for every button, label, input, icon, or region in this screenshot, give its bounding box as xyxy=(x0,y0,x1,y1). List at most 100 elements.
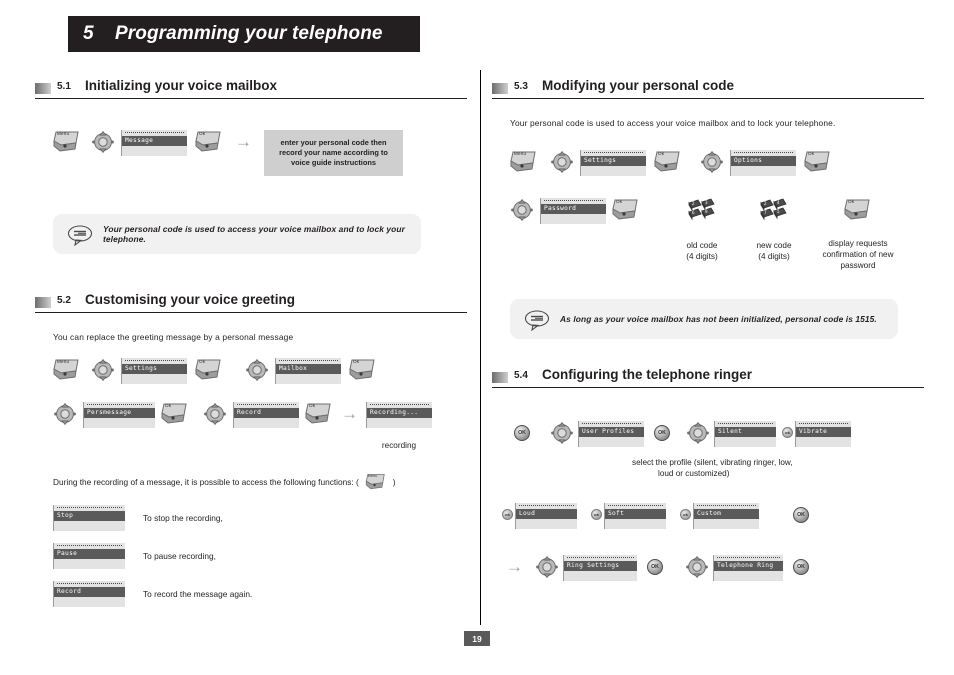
instruction-box: enter your personal code then record you… xyxy=(264,130,403,176)
section-number: 5.1 xyxy=(57,81,71,92)
section-rule xyxy=(492,387,924,388)
display-dotted-line xyxy=(57,545,122,548)
keypad-old-code-icon[interactable]: 23 69 xyxy=(687,198,717,224)
ok-round-button[interactable]: OK xyxy=(793,559,809,575)
ok-key-label: Ok xyxy=(309,403,316,408)
display-settings: Settings xyxy=(121,358,187,384)
navigator-key-icon[interactable] xyxy=(686,421,710,445)
profile-caption-line1: select the profile (silent, vibrating ri… xyxy=(632,458,793,467)
ok-key-label: Ok xyxy=(616,199,623,204)
display-ring-settings: Ring Settings xyxy=(563,555,637,581)
old-code-caption-line2: (4 digits) xyxy=(686,252,718,261)
profile-caption-line2: loud or customized) xyxy=(658,469,730,478)
confirm-caption-line3: password xyxy=(840,261,876,270)
display-dotted-line xyxy=(87,404,152,407)
ok-round-button-small[interactable]: ok xyxy=(502,509,513,520)
old-code-caption: old code (4 digits) xyxy=(686,240,717,262)
ok-round-button-small[interactable]: ok xyxy=(680,509,691,520)
display-dotted-line xyxy=(717,557,780,560)
profile-caption: select the profile (silent, vibrating ri… xyxy=(632,457,924,479)
function-row-record: Record To record the message again. xyxy=(53,581,467,607)
chapter-header: 5 Programming your telephone xyxy=(68,16,420,52)
ok-key-label: Ok xyxy=(658,151,665,156)
menu-key-icon[interactable]: Menu xyxy=(510,150,538,174)
display-blank-line xyxy=(276,374,341,380)
display-record-again-text: Record xyxy=(54,587,125,597)
display-blank-line xyxy=(796,437,851,443)
ok-key-icon[interactable]: Ok xyxy=(161,402,189,426)
display-dotted-line xyxy=(519,505,574,508)
ok-key-icon[interactable]: Ok xyxy=(305,402,333,426)
ok-key-icon[interactable]: Ok xyxy=(654,150,682,174)
flow-5-1: Menu Message Ok → enter your personal co… xyxy=(53,130,467,176)
flow-arrow-icon: → xyxy=(506,557,523,576)
ok-key-icon[interactable]: Ok xyxy=(349,358,377,382)
menu-key-label: Menu xyxy=(57,131,70,136)
section-number: 5.4 xyxy=(514,370,528,381)
display-dotted-line xyxy=(279,360,338,363)
flow-arrow-icon: → xyxy=(235,132,252,151)
ok-round-button-small[interactable]: ok xyxy=(782,427,793,438)
navigator-key-icon[interactable] xyxy=(550,421,574,445)
flow-5-4-row-2: ok Loud ok Soft ok Custom OK xyxy=(502,503,924,529)
display-dotted-line xyxy=(544,200,603,203)
note-box-5-3: As long as your voice mailbox has not be… xyxy=(510,299,898,339)
keypad-new-code-icon[interactable]: 24 75 xyxy=(759,198,789,224)
ok-key-icon[interactable]: Ok xyxy=(195,358,223,382)
display-dotted-line xyxy=(125,132,184,135)
ok-key-icon[interactable]: Ok xyxy=(804,150,832,174)
flow-5-2-row-1: Menu Settings Ok Mailbox Ok xyxy=(53,358,467,384)
navigator-key-icon[interactable] xyxy=(245,358,269,382)
navigator-key-icon[interactable] xyxy=(700,150,724,174)
display-persmessage: Persmessage xyxy=(83,402,155,428)
display-record-again: Record xyxy=(53,581,125,607)
navigator-key-icon[interactable] xyxy=(535,555,559,579)
flow-5-3-row-1: Menu Settings Ok Options Ok xyxy=(510,150,924,176)
display-blank-line xyxy=(54,521,125,527)
section-number: 5.2 xyxy=(57,295,71,306)
ok-key-icon[interactable]: Ok xyxy=(844,198,872,222)
display-pause-text: Pause xyxy=(54,549,125,559)
display-soft-text: Soft xyxy=(605,509,666,519)
functions-intro-row: During the recording of a message, it is… xyxy=(53,473,467,491)
column-divider xyxy=(480,70,481,625)
navigator-key-icon[interactable] xyxy=(685,555,709,579)
function-row-stop: Stop To stop the recording, xyxy=(53,505,467,531)
display-dotted-line xyxy=(370,404,429,407)
display-blank-line xyxy=(579,437,644,443)
navigator-key-icon[interactable] xyxy=(510,198,534,222)
function-description: To stop the recording, xyxy=(143,513,223,523)
display-blank-line xyxy=(516,519,577,525)
ok-round-button[interactable]: OK xyxy=(654,425,670,441)
display-blank-line xyxy=(122,374,187,380)
display-dotted-line xyxy=(567,557,634,560)
ok-round-button-small[interactable]: ok xyxy=(591,509,602,520)
flow-5-4-row-3: → Ring Settings OK Telephone Ring OK xyxy=(506,555,924,581)
navigator-key-icon[interactable] xyxy=(91,130,115,154)
ok-key-icon[interactable]: Ok xyxy=(612,198,640,222)
menu-key-icon[interactable]: Menu xyxy=(365,473,387,491)
display-recording-text: Recording... xyxy=(367,408,432,418)
navigator-key-icon[interactable] xyxy=(203,402,227,426)
ok-round-button[interactable]: OK xyxy=(514,425,530,441)
section-title: Configuring the telephone ringer xyxy=(542,367,752,382)
navigator-key-icon[interactable] xyxy=(550,150,574,174)
chapter-number: 5 xyxy=(83,23,94,44)
ok-round-button[interactable]: OK xyxy=(793,507,809,523)
display-blank-line xyxy=(54,559,125,565)
display-dotted-line xyxy=(237,404,296,407)
section-title: Modifying your personal code xyxy=(542,78,735,93)
ok-key-icon[interactable]: Ok xyxy=(195,130,223,154)
section-title: Initializing your voice mailbox xyxy=(85,78,278,93)
display-blank-line xyxy=(54,597,125,603)
menu-key-icon[interactable]: Menu xyxy=(53,358,81,382)
navigator-key-icon[interactable] xyxy=(91,358,115,382)
display-mailbox: Mailbox xyxy=(275,358,341,384)
confirm-caption: display requests confirmation of new pas… xyxy=(823,238,894,271)
display-blank-line xyxy=(731,166,796,172)
navigator-key-icon[interactable] xyxy=(53,402,77,426)
menu-key-icon[interactable]: Menu xyxy=(53,130,81,154)
ok-round-button[interactable]: OK xyxy=(647,559,663,575)
display-vibrate-text: Vibrate xyxy=(796,427,851,437)
confirm-caption-line2: confirmation of new xyxy=(822,250,894,259)
